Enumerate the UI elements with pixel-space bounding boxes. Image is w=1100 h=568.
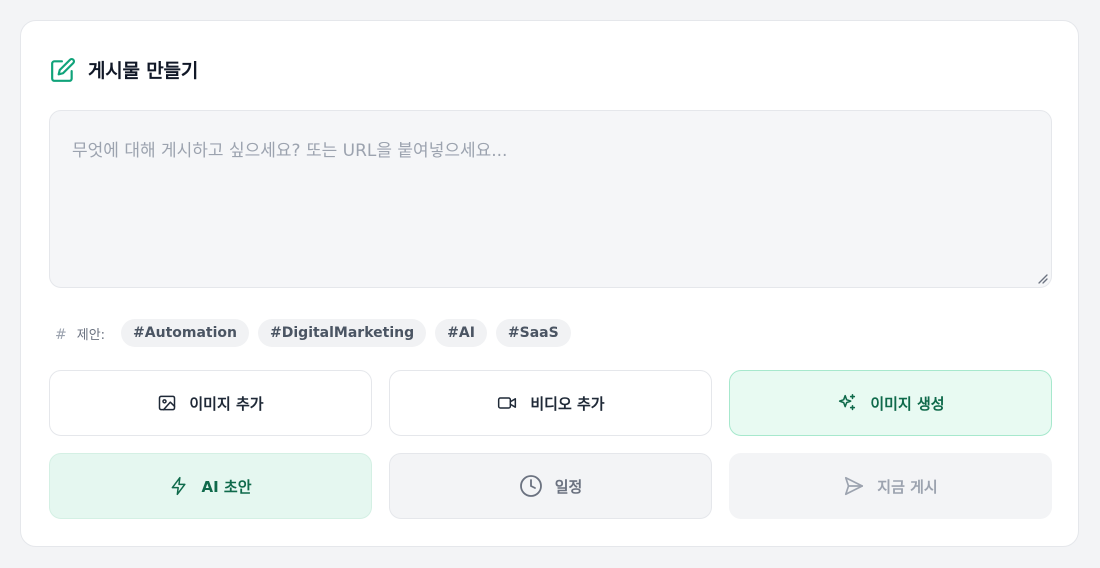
generate-image-button[interactable]: 이미지 생성 (729, 370, 1052, 436)
lightning-icon (172, 476, 187, 496)
clock-icon (519, 475, 542, 497)
post-content-input[interactable] (49, 110, 1052, 288)
post-now-button[interactable]: 지금 게시 (729, 453, 1052, 519)
hashtag-icon: # (55, 327, 67, 343)
create-post-card: 게시물 만들기 # 제안: #Automation #DigitalMarket… (20, 20, 1079, 547)
schedule-button[interactable]: 일정 (389, 453, 712, 519)
ai-draft-button[interactable]: AI 초안 (49, 453, 372, 519)
ai-draft-label: AI 초안 (201, 477, 252, 496)
hashtag-chip-automation[interactable]: #Automation (121, 319, 250, 347)
generate-image-label: 이미지 생성 (870, 394, 945, 413)
add-image-button[interactable]: 이미지 추가 (49, 370, 372, 436)
video-icon (498, 397, 517, 409)
hashtag-chip-digitalmarketing[interactable]: #DigitalMarketing (258, 319, 427, 347)
hashtag-chip-ai[interactable]: #AI (435, 319, 487, 347)
add-image-label: 이미지 추가 (189, 394, 264, 413)
add-video-label: 비디오 추가 (530, 394, 605, 413)
page-title: 게시물 만들기 (88, 60, 199, 82)
add-video-button[interactable]: 비디오 추가 (389, 370, 712, 436)
post-now-label: 지금 게시 (877, 477, 938, 496)
hashtag-chip-saas[interactable]: #SaaS (495, 319, 571, 347)
card-header: 게시물 만들기 (50, 56, 198, 83)
suggestions-label: 제안: (76, 327, 106, 343)
schedule-label: 일정 (554, 477, 583, 496)
resize-handle-icon[interactable] (1036, 272, 1048, 284)
edit-icon (51, 57, 75, 82)
hashtag-suggestions: # 제안: #Automation #DigitalMarketing #AI … (55, 318, 580, 348)
sparkles-icon (839, 393, 856, 411)
send-icon (845, 476, 864, 496)
image-icon (159, 395, 176, 411)
